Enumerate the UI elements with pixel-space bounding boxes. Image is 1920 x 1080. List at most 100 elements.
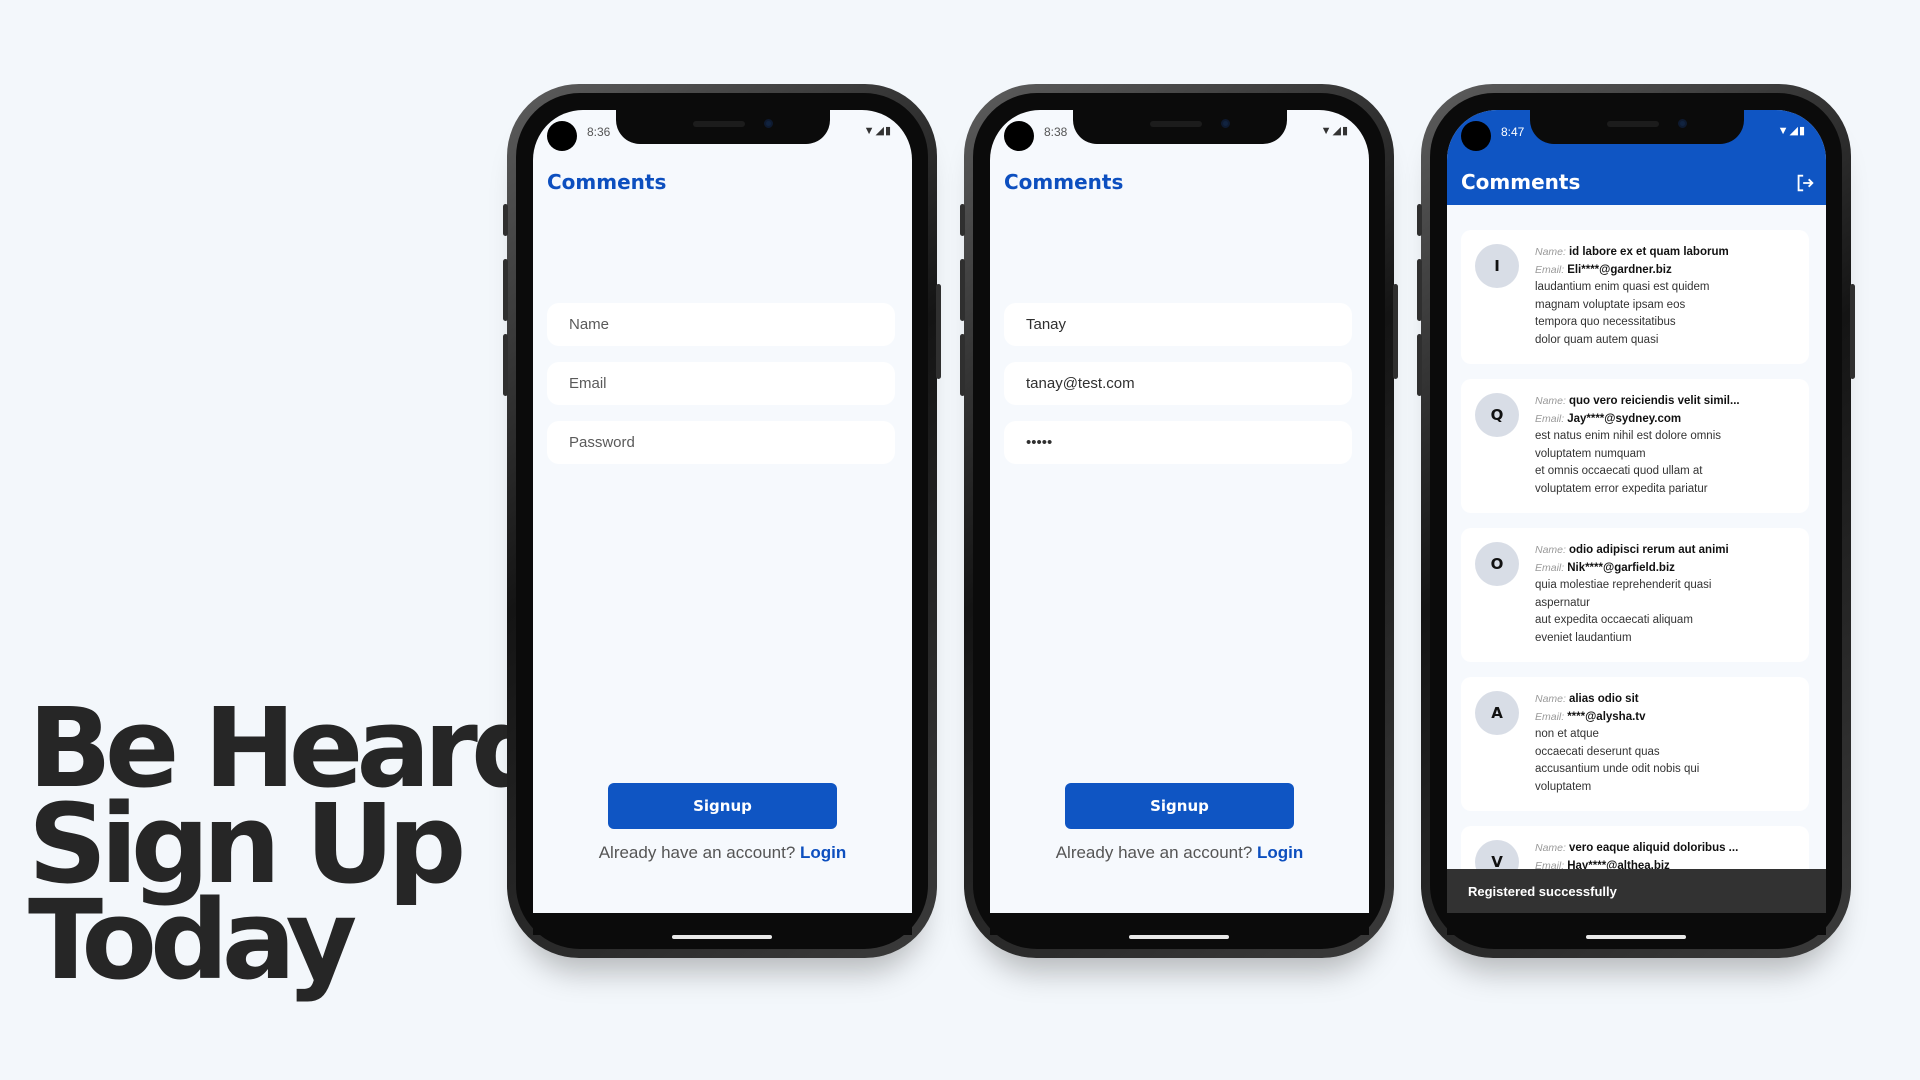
comment-email: Eli****@gardner.biz [1567, 263, 1672, 276]
logout-icon[interactable] [1794, 172, 1816, 194]
battery-icon: ▮ [1798, 125, 1806, 137]
email-field[interactable]: Email [547, 362, 895, 405]
signup-button[interactable]: Signup [608, 783, 837, 829]
login-link[interactable]: Login [800, 843, 846, 862]
comment-card[interactable]: Q Name: quo vero reiciendis velit simil..… [1461, 379, 1809, 513]
comment-list[interactable]: I Name: id labore ex et quam laborum Emai… [1461, 230, 1809, 935]
comment-body-line: aut expedita occaecati aliquam [1535, 614, 1693, 626]
battery-icon: ▮ [1341, 125, 1349, 137]
comment-body-line: voluptatem error expedita pariatur [1535, 482, 1708, 495]
comment-name: odio adipisci rerum aut animi [1568, 544, 1729, 556]
home-indicator[interactable] [1129, 935, 1229, 939]
name-value: Tanay [1026, 316, 1067, 333]
email-value: tanay@test.com [1026, 375, 1135, 392]
comment-body-line: magnam voluptate ipsam eos [1535, 298, 1686, 311]
comment-body-line: et omnis occaecati quod ullam at [1535, 465, 1703, 477]
screen: 8:36 ▼◢▮ Comments Name Email Password Si… [533, 110, 912, 935]
email-field[interactable]: tanay@test.com [1004, 362, 1352, 405]
password-value: ••••• [1026, 434, 1053, 451]
avatar: Q [1475, 393, 1519, 437]
name-field[interactable]: Tanay [1004, 303, 1352, 346]
email-label: Email: [1535, 412, 1565, 425]
home-indicator[interactable] [1586, 935, 1686, 939]
name-placeholder: Name [569, 316, 610, 333]
headline-line: Today [28, 876, 357, 1004]
name-label: Name: [1535, 246, 1566, 258]
phone-signup-empty: 8:36 ▼◢▮ Comments Name Email Password Si… [503, 84, 941, 958]
comment-body-line: voluptatem numquam [1535, 447, 1646, 460]
password-field[interactable]: ••••• [1004, 421, 1352, 464]
comment-email: Jay****@sydney.com [1567, 412, 1682, 425]
name-label: Name: [1535, 544, 1566, 556]
screen: 8:47 ▼◢▮ Comments I Name: id labore ex et… [1447, 110, 1826, 935]
signup-button[interactable]: Signup [1065, 783, 1294, 829]
comment-card[interactable]: O Name: odio adipisci rerum aut animi Ema… [1461, 528, 1809, 662]
avatar: A [1475, 691, 1519, 735]
avatar: I [1475, 244, 1519, 288]
login-prompt: Already have an account? [1055, 843, 1253, 862]
comment-card[interactable]: A Name: alias odio sit Email: ****@alysha.… [1461, 677, 1809, 811]
status-icons: ▼◢▮ [1321, 124, 1349, 137]
comment-name: quo vero reiciendis velit simil... [1568, 395, 1740, 407]
name-field[interactable]: Name [547, 303, 895, 346]
comment-name: alias odio sit [1568, 693, 1639, 705]
name-label: Name: [1535, 842, 1566, 854]
snackbar: Registered successfully [1447, 869, 1826, 913]
comment-body-line: occaecati deserunt quas [1535, 745, 1660, 758]
comment-body-line: non et atque [1535, 728, 1599, 740]
comment-body-line: accusantium unde odit nobis qui [1535, 763, 1700, 775]
comment-body-line: quia molestiae reprehenderit quasi [1535, 579, 1712, 591]
login-row: Already have an account? Login [990, 843, 1369, 863]
comment-name: vero eaque aliquid doloribus ... [1568, 842, 1739, 854]
battery-icon: ▮ [884, 125, 892, 137]
phone-comments: 8:47 ▼◢▮ Comments I Name: id labore ex et… [1417, 84, 1855, 958]
camera-icon [1677, 119, 1687, 128]
wifi-icon: ▼ [1320, 125, 1333, 137]
camera-icon [1220, 119, 1230, 128]
comment-body-line: eveniet laudantium [1535, 631, 1632, 644]
status-icons: ▼◢▮ [1778, 124, 1806, 137]
comment-body-line: est natus enim nihil est dolore omnis [1535, 430, 1722, 442]
password-field[interactable]: Password [547, 421, 895, 464]
password-placeholder: Password [569, 434, 635, 451]
login-link[interactable]: Login [1257, 843, 1303, 862]
wifi-icon: ▼ [863, 125, 876, 137]
name-label: Name: [1535, 395, 1566, 407]
status-time: 8:47 [1501, 125, 1525, 139]
notch [1072, 110, 1287, 144]
login-row: Already have an account? Login [533, 843, 912, 863]
camera-icon [763, 119, 773, 128]
email-placeholder: Email [569, 375, 607, 392]
phone-signup-filled: 8:38 ▼◢▮ Comments Tanay tanay@test.com •… [960, 84, 1398, 958]
status-time: 8:38 [1044, 125, 1068, 139]
home-indicator[interactable] [672, 935, 772, 939]
comment-name: id labore ex et quam laborum [1568, 246, 1729, 258]
email-label: Email: [1535, 710, 1565, 723]
email-label: Email: [1535, 263, 1565, 276]
signal-icon: ◢ [1332, 125, 1342, 137]
comment-body-line: laudantium enim quasi est quidem [1535, 281, 1710, 293]
avatar: O [1475, 542, 1519, 586]
front-camera [1004, 121, 1034, 151]
comment-email: Nik****@garfield.biz [1567, 561, 1675, 574]
front-camera [547, 121, 577, 151]
page-title: Comments [1461, 170, 1581, 194]
screen: 8:38 ▼◢▮ Comments Tanay tanay@test.com •… [990, 110, 1369, 935]
wifi-icon: ▼ [1777, 125, 1790, 137]
comment-body-line: dolor quam autem quasi [1535, 333, 1659, 346]
comment-body-line: aspernatur [1535, 596, 1590, 609]
page-title: Comments [1004, 170, 1124, 194]
front-camera [1461, 121, 1491, 151]
comment-email: ****@alysha.tv [1567, 710, 1646, 723]
comment-body-line: voluptatem [1535, 780, 1592, 793]
notch [1529, 110, 1744, 144]
comment-card[interactable]: I Name: id labore ex et quam laborum Emai… [1461, 230, 1809, 364]
signal-icon: ◢ [875, 125, 885, 137]
notch [615, 110, 830, 144]
signal-icon: ◢ [1789, 125, 1799, 137]
login-prompt: Already have an account? [598, 843, 796, 862]
name-label: Name: [1535, 693, 1566, 705]
status-time: 8:36 [587, 125, 611, 139]
headline: Be Heard, Sign Up Today [28, 693, 584, 1004]
comment-body-line: tempora quo necessitatibus [1535, 316, 1676, 328]
